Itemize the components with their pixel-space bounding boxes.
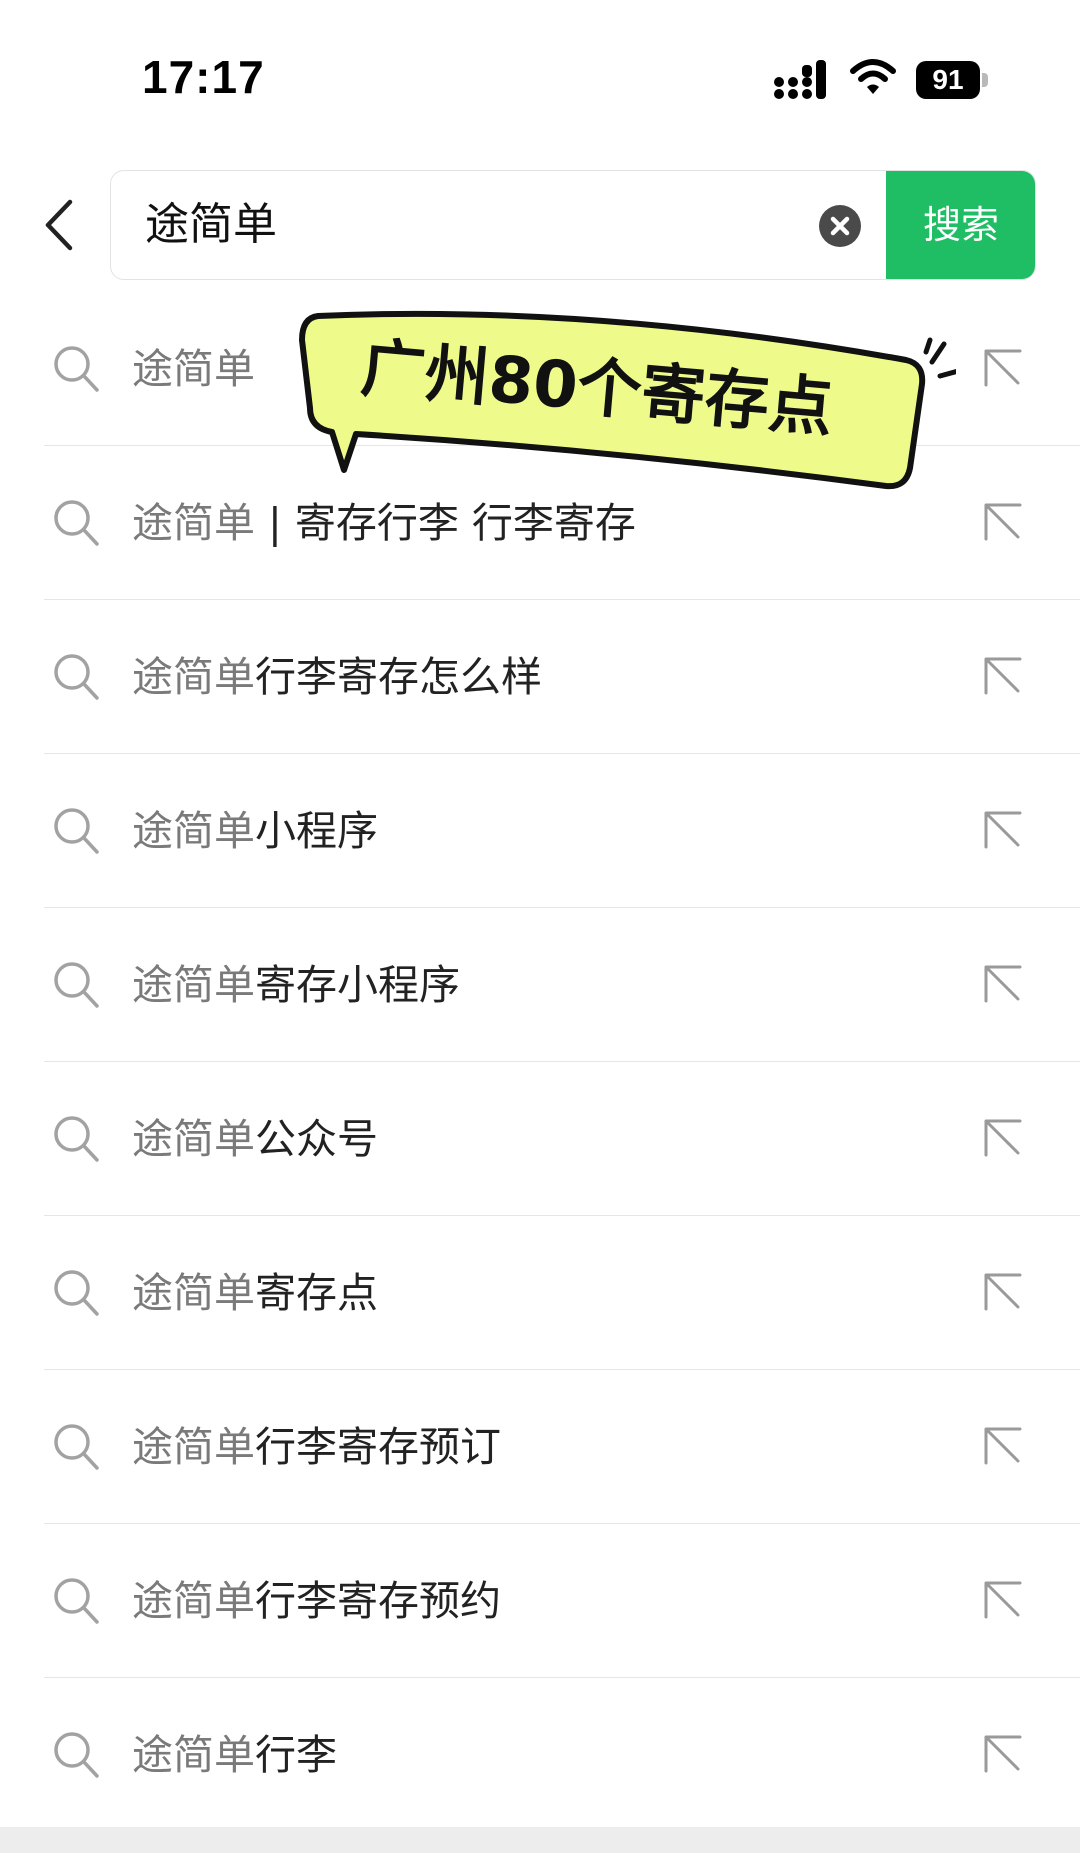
fill-arrow-icon[interactable] xyxy=(982,655,1022,695)
suggestion-query: 途简单 xyxy=(132,961,255,1009)
suggestion-item[interactable]: 途简单小程序 xyxy=(0,754,1080,908)
suggestion-item[interactable]: 途简单行李寄存怎么样 xyxy=(0,600,1080,754)
suggestion-completion: 行李 xyxy=(255,1731,337,1779)
search-button[interactable]: 搜索 xyxy=(886,171,1035,279)
cellular-signal-icon xyxy=(774,60,826,99)
suggestion-completion: 小程序 xyxy=(255,807,378,855)
fill-arrow-icon[interactable] xyxy=(982,1271,1022,1311)
sparkle-lines xyxy=(923,337,956,379)
suggestion-query: 途简单 xyxy=(132,1115,255,1163)
search-icon xyxy=(54,1270,99,1316)
suggestion-item[interactable]: 途简单寄存小程序 xyxy=(0,908,1080,1062)
suggestion-completion: 寄存小程序 xyxy=(255,961,460,1009)
suggestion-item[interactable]: 途简单寄存点 xyxy=(0,1216,1080,1370)
status-bar: 17:17 91 xyxy=(0,0,1080,160)
suggestion-item[interactable]: 途简单行李寄存预订 xyxy=(0,1370,1080,1524)
suggestion-item[interactable]: 途简单行李寄存预约 xyxy=(0,1524,1080,1678)
search-icon xyxy=(54,1116,99,1162)
suggestion-completion: 行李寄存预订 xyxy=(255,1423,501,1471)
search-icon xyxy=(54,808,99,854)
suggestion-completion: 行李寄存预约 xyxy=(255,1577,501,1625)
suggestion-query: 途简单 xyxy=(132,1577,255,1625)
suggestion-item[interactable]: 途简单行李 xyxy=(0,1678,1080,1832)
suggestion-text: 途简单行李 xyxy=(132,1678,337,1832)
suggestion-query: 途简单 xyxy=(132,1423,255,1471)
suggestion-completion: 寄存点 xyxy=(255,1269,378,1317)
clear-icon[interactable] xyxy=(819,205,861,247)
search-icon xyxy=(54,346,99,392)
search-icon xyxy=(54,500,99,546)
bottom-bar xyxy=(0,1827,1080,1853)
suggestion-query: 途简单 xyxy=(132,1731,255,1779)
suggestion-query: 途简单 xyxy=(132,653,255,701)
search-input[interactable] xyxy=(145,171,805,278)
fill-arrow-icon[interactable] xyxy=(982,809,1022,849)
search-icon xyxy=(54,1732,99,1778)
search-icon xyxy=(54,1424,99,1470)
suggestion-text: 途简单行李寄存预订 xyxy=(132,1370,501,1524)
suggestion-text: 途简单行李寄存怎么样 xyxy=(132,600,542,754)
suggestion-list: 途简单 途简单 | 寄存行李 行李寄存 途简单行李寄存怎么样 途简单小程序 途简单寄存小… xyxy=(0,292,1080,1832)
fill-arrow-icon[interactable] xyxy=(982,1733,1022,1773)
battery-level: 91 xyxy=(932,64,964,95)
suggestion-query: 途简单 xyxy=(132,499,255,547)
back-arrow-icon[interactable] xyxy=(40,198,80,252)
suggestion-text: 途简单 xyxy=(132,292,255,446)
status-time: 17:17 xyxy=(142,51,265,103)
suggestion-query: 途简单 xyxy=(132,345,255,393)
fill-arrow-icon[interactable] xyxy=(982,501,1022,541)
search-icon xyxy=(54,962,99,1008)
suggestion-completion: 公众号 xyxy=(255,1115,378,1163)
fill-arrow-icon[interactable] xyxy=(982,347,1022,387)
suggestion-text: 途简单公众号 xyxy=(132,1062,378,1216)
suggestion-text: 途简单寄存点 xyxy=(132,1216,378,1370)
search-page: 17:17 91 途简单 搜索 途简单 途简单 | 寄存行李 行李寄存 途简单行… xyxy=(0,0,1080,1853)
fill-arrow-icon[interactable] xyxy=(982,1425,1022,1465)
suggestion-text: 途简单小程序 xyxy=(132,754,378,908)
suggestion-text: 途简单行李寄存预约 xyxy=(132,1524,501,1678)
fill-arrow-icon[interactable] xyxy=(982,1117,1022,1157)
suggestion-query: 途简单 xyxy=(132,1269,255,1317)
wifi-icon xyxy=(850,59,896,94)
search-icon xyxy=(54,1578,99,1624)
suggestion-query: 途简单 xyxy=(132,807,255,855)
search-bar: 搜索 xyxy=(110,170,1036,280)
search-icon xyxy=(54,654,99,700)
suggestion-completion: 行李寄存怎么样 xyxy=(255,653,542,701)
suggestion-text: 途简单寄存小程序 xyxy=(132,908,460,1062)
fill-arrow-icon[interactable] xyxy=(982,1579,1022,1619)
sticker-overlay: 广州80个寄存点 xyxy=(299,310,956,490)
fill-arrow-icon[interactable] xyxy=(982,963,1022,1003)
battery-icon: 91 xyxy=(916,61,988,99)
suggestion-item[interactable]: 途简单公众号 xyxy=(0,1062,1080,1216)
